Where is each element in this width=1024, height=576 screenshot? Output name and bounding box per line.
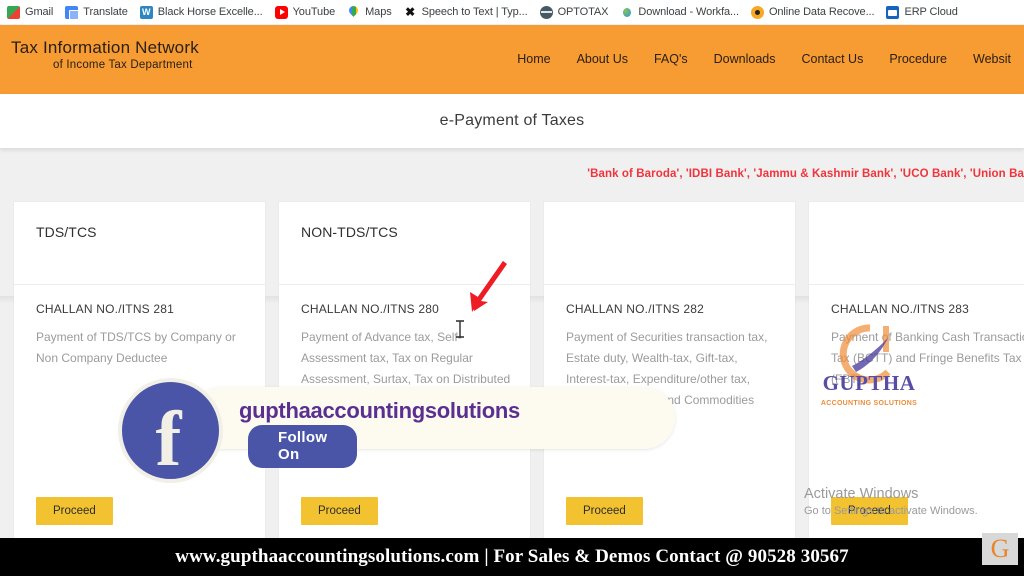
card-heading: TDS/TCS bbox=[36, 224, 97, 240]
proceed-button-281[interactable]: Proceed bbox=[36, 497, 113, 525]
browser-window: Gmail Translate Black Horse Excelle... Y… bbox=[0, 0, 1024, 576]
bookmark-label: Download - Workfa... bbox=[638, 5, 739, 18]
card-divider bbox=[14, 284, 265, 285]
youtube-icon bbox=[274, 5, 288, 19]
bookmark-label: OPTOTAX bbox=[557, 5, 609, 18]
challan-card-281: TDS/TCS CHALLAN NO./ITNS 281 Payment of … bbox=[14, 202, 265, 542]
bank-marquee: 'Bank of Baroda', 'IDBI Bank', 'Jammu & … bbox=[0, 168, 1024, 180]
nav-item-faqs[interactable]: FAQ's bbox=[641, 25, 701, 94]
translate-icon bbox=[65, 5, 80, 20]
challan-card-283: CHALLAN NO./ITNS 283 Payment of Banking … bbox=[809, 202, 1024, 542]
bookmark-label: Maps bbox=[365, 5, 392, 18]
bookmark-speech-to-text[interactable]: Speech to Text | Typ... bbox=[401, 2, 537, 23]
bookmark-label: Black Horse Excelle... bbox=[157, 5, 263, 18]
card-divider bbox=[809, 284, 1024, 285]
facebook-f-icon: f bbox=[118, 378, 223, 483]
card-divider bbox=[544, 284, 795, 285]
site-brand[interactable]: Tax Information Network of Income Tax De… bbox=[11, 38, 199, 71]
card-heading bbox=[809, 202, 1024, 224]
nav-item-downloads[interactable]: Downloads bbox=[701, 25, 789, 94]
red-arrow-annotation bbox=[458, 261, 514, 322]
erp-cloud-icon bbox=[886, 5, 900, 19]
brand-title: Tax Information Network bbox=[11, 38, 199, 57]
bookmark-translate[interactable]: Translate bbox=[62, 2, 137, 23]
challan-number: CHALLAN NO./ITNS 281 bbox=[36, 302, 175, 316]
bookmark-optotax[interactable]: OPTOTAX bbox=[537, 2, 618, 23]
nav-item-procedure[interactable]: Procedure bbox=[876, 25, 960, 94]
challan-description: Payment of Banking Cash Transaction Tax … bbox=[831, 330, 1024, 386]
gmail-icon bbox=[7, 5, 20, 19]
challan-number: CHALLAN NO./ITNS 283 bbox=[831, 302, 970, 316]
challan-card-list: TDS/TCS CHALLAN NO./ITNS 281 Payment of … bbox=[14, 202, 1024, 542]
nav-item-website[interactable]: Websit bbox=[960, 25, 1024, 94]
proceed-button-283[interactable]: Proceed bbox=[831, 497, 908, 525]
text-cursor bbox=[455, 320, 465, 343]
text-ibeam-cursor-icon bbox=[456, 320, 464, 338]
bookmark-maps[interactable]: Maps bbox=[344, 2, 401, 23]
disc-icon bbox=[750, 5, 764, 19]
challan-card-280: NON-TDS/TCS CHALLAN NO./ITNS 280 Payment… bbox=[279, 202, 530, 542]
bookmark-gmail[interactable]: Gmail bbox=[4, 2, 62, 23]
site-header: Tax Information Network of Income Tax De… bbox=[0, 25, 1024, 94]
challan-number: CHALLAN NO./ITNS 280 bbox=[301, 302, 440, 316]
bookmark-label: Online Data Recove... bbox=[768, 5, 875, 18]
bookmark-label: Speech to Text | Typ... bbox=[421, 5, 528, 18]
brand-subtitle: of Income Tax Department bbox=[53, 59, 193, 71]
bookmarks-bar: Gmail Translate Black Horse Excelle... Y… bbox=[0, 0, 1024, 25]
bookmark-label: YouTube bbox=[292, 5, 336, 18]
bookmark-label: ERP Cloud bbox=[904, 5, 958, 18]
wordpress-icon bbox=[139, 5, 153, 19]
card-heading: NON-TDS/TCS bbox=[301, 224, 398, 240]
card-heading bbox=[544, 202, 795, 224]
page-title-bar: e-Payment of Taxes bbox=[0, 94, 1024, 148]
facebook-handle: gupthaaccountingsolutions bbox=[239, 398, 520, 423]
banner-logo-letter: G bbox=[990, 534, 1010, 563]
facebook-follow-button[interactable]: Follow On bbox=[248, 425, 358, 468]
promo-banner: www.gupthaaccountingsolutions.com | For … bbox=[0, 533, 1024, 576]
bookmark-download-workfa[interactable]: Download - Workfa... bbox=[617, 2, 748, 23]
nav-item-contact-us[interactable]: Contact Us bbox=[788, 25, 876, 94]
globe-icon bbox=[539, 5, 553, 19]
proceed-button-280[interactable]: Proceed bbox=[301, 497, 378, 525]
download-icon bbox=[620, 6, 633, 19]
proceed-button-282[interactable]: Proceed bbox=[566, 497, 643, 525]
bank-marquee-text: 'Bank of Baroda', 'IDBI Bank', 'Jammu & … bbox=[587, 168, 1024, 180]
bookmark-black-horse[interactable]: Black Horse Excelle... bbox=[137, 2, 272, 23]
main-navigation: Home About Us FAQ's Downloads Contact Us… bbox=[504, 25, 1024, 94]
challan-description: Payment of TDS/TCS by Company or Non Com… bbox=[36, 330, 236, 365]
bookmark-youtube[interactable]: YouTube bbox=[272, 2, 345, 23]
bookmark-label: Gmail bbox=[25, 5, 54, 18]
bookmark-erp-cloud[interactable]: ERP Cloud bbox=[883, 2, 966, 23]
banner-logo-icon: G bbox=[982, 533, 1018, 565]
promo-banner-text: www.gupthaaccountingsolutions.com | For … bbox=[175, 546, 849, 567]
challan-number: CHALLAN NO./ITNS 282 bbox=[566, 302, 705, 316]
page-title: e-Payment of Taxes bbox=[439, 112, 585, 129]
nav-item-about-us[interactable]: About Us bbox=[564, 25, 641, 94]
maps-pin-icon bbox=[347, 6, 360, 19]
red-down-left-arrow-icon bbox=[470, 261, 507, 312]
bookmark-online-data-recovery[interactable]: Online Data Recove... bbox=[748, 2, 884, 23]
nav-item-home[interactable]: Home bbox=[504, 25, 563, 94]
bookmark-label: Translate bbox=[83, 5, 128, 18]
challan-card-282: CHALLAN NO./ITNS 282 Payment of Securiti… bbox=[544, 202, 795, 542]
speech-to-text-icon bbox=[404, 6, 417, 19]
